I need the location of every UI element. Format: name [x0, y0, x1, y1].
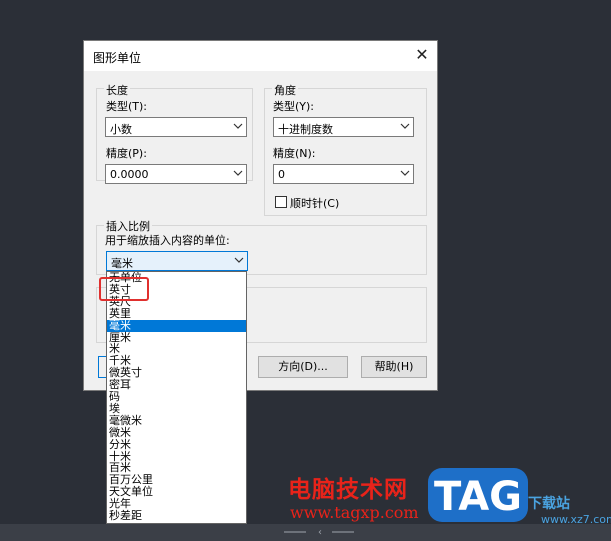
angle-type-select[interactable]: 十进制度数 [273, 117, 414, 137]
taskbar: ‹ [0, 524, 611, 541]
watermark-site-text: 下载站 [528, 496, 570, 512]
length-group-label: 长度 [104, 82, 130, 98]
clockwise-label[interactable]: 顺时针(C) [290, 195, 339, 211]
direction-button[interactable]: 方向(D)... [258, 356, 348, 378]
watermark-url: www.tagxp.com [290, 503, 419, 522]
insert-unit-label: 用于缩放插入内容的单位: [105, 234, 230, 247]
taskbar-marker [332, 531, 354, 533]
close-icon[interactable]: ✕ [412, 45, 432, 65]
length-type-value: 小数 [110, 123, 132, 136]
angle-precision-label: 精度(N): [273, 147, 316, 160]
dropdown-option[interactable]: 毫米 [107, 319, 246, 332]
highlight-box [99, 277, 149, 301]
dropdown-option[interactable]: 厘米 [107, 331, 246, 344]
clockwise-checkbox[interactable] [275, 196, 287, 208]
taskbar-marker [284, 531, 306, 533]
help-button[interactable]: 帮助(H) [361, 356, 427, 378]
dropdown-option[interactable]: 分米 [107, 438, 246, 451]
chevron-down-icon [400, 170, 410, 176]
chevron-down-icon [234, 257, 244, 263]
chevron-left-icon[interactable]: ‹ [314, 524, 326, 541]
insert-unit-select[interactable]: 毫米 [106, 251, 248, 271]
insert-unit-value: 毫米 [111, 257, 133, 270]
dropdown-option[interactable]: 英里 [107, 307, 246, 320]
chevron-down-icon [233, 123, 243, 129]
dialog-title: 图形单位 [93, 51, 142, 65]
length-type-select[interactable]: 小数 [105, 117, 247, 137]
length-precision-value: 0.0000 [110, 168, 149, 181]
dropdown-option[interactable]: 密耳 [107, 379, 246, 391]
tag-logo-text: TAG [434, 474, 522, 520]
angle-precision-select[interactable]: 0 [273, 164, 414, 184]
length-type-label: 类型(T): [106, 100, 148, 113]
dropdown-option[interactable]: 微米 [107, 426, 246, 439]
dropdown-option[interactable]: 秒差距 [107, 510, 246, 522]
chevron-down-icon [400, 123, 410, 129]
tag-logo-icon: TAG [428, 468, 528, 522]
angle-group-label: 角度 [272, 82, 298, 98]
angle-type-value: 十进制度数 [278, 123, 333, 136]
watermark-site-url: www.xz7.com [541, 513, 611, 526]
chevron-down-icon [233, 170, 243, 176]
angle-precision-value: 0 [278, 168, 285, 181]
watermark-text: 电脑技术网 [288, 477, 408, 503]
dropdown-option[interactable]: 码 [107, 391, 246, 403]
unit-dropdown-list[interactable]: 无单位 英寸 英尺 英里 毫米 厘米米千米 微英寸 密耳码埃毫微米 微米 分米 十米 百米 百万公里 天文… [106, 271, 247, 524]
length-precision-select[interactable]: 0.0000 [105, 164, 247, 184]
title-bar: 图形单位 ✕ [84, 41, 437, 71]
length-precision-label: 精度(P): [106, 147, 147, 160]
angle-type-label: 类型(Y): [273, 100, 315, 113]
dropdown-option[interactable]: 毫微米 [107, 414, 246, 427]
